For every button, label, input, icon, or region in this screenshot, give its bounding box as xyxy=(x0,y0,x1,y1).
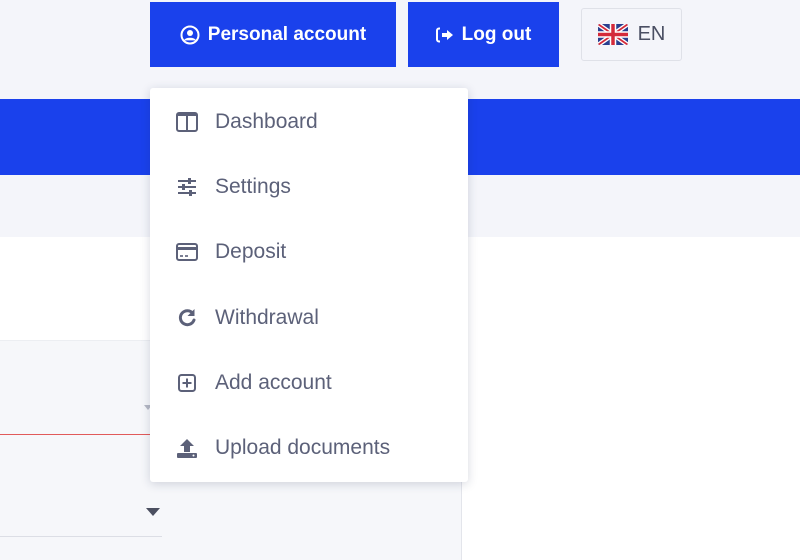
menu-item-label: Upload documents xyxy=(215,436,391,459)
personal-account-label: Personal account xyxy=(207,23,367,45)
logout-button[interactable]: Log out xyxy=(408,2,559,67)
upload-icon xyxy=(176,437,198,459)
menu-item-settings[interactable]: Settings xyxy=(150,159,468,215)
menu-item-label: Withdrawal xyxy=(215,306,319,329)
menu-item-upload-documents[interactable]: Upload documents xyxy=(150,420,468,476)
menu-item-label: Settings xyxy=(215,175,291,198)
credit-card-icon xyxy=(176,241,198,263)
sign-out-icon xyxy=(435,26,454,43)
menu-item-label: Deposit xyxy=(215,240,287,263)
uk-flag-icon xyxy=(597,24,628,45)
select-caret-icon[interactable] xyxy=(146,508,160,516)
logout-label: Log out xyxy=(461,23,532,45)
user-circle-icon xyxy=(180,25,200,45)
menu-item-label: Dashboard xyxy=(215,110,318,133)
menu-item-label: Add account xyxy=(215,371,332,394)
account-dropdown-menu: Dashboard Settings Deposit Withdrawal Ad… xyxy=(150,88,468,482)
language-selector[interactable]: EN xyxy=(581,8,682,61)
columns-icon xyxy=(176,111,198,133)
personal-account-button[interactable]: Personal account xyxy=(150,2,396,67)
menu-item-dashboard[interactable]: Dashboard xyxy=(150,94,468,150)
sliders-icon xyxy=(176,176,198,198)
menu-item-add-account[interactable]: Add account xyxy=(150,355,468,411)
select-underline xyxy=(0,536,162,537)
field-error-underline xyxy=(0,434,162,435)
menu-item-withdrawal[interactable]: Withdrawal xyxy=(150,290,468,346)
plus-square-icon xyxy=(176,372,198,394)
top-header: Personal account Log out EN xyxy=(0,0,800,99)
menu-item-deposit[interactable]: Deposit xyxy=(150,224,468,280)
language-code: EN xyxy=(637,23,666,45)
redo-icon xyxy=(176,307,198,329)
page: Personal account Log out EN Dashboard Se… xyxy=(0,0,800,560)
